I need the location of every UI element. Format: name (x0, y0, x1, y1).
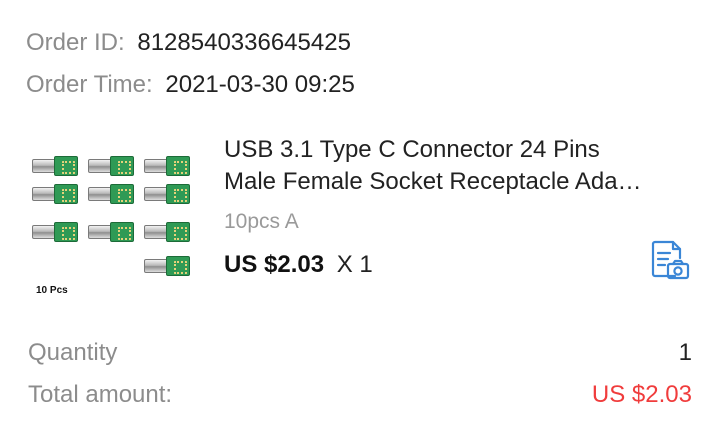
quantity-multiplier: X 1 (336, 251, 373, 278)
product-title[interactable]: USB 3.1 Type C Connector 24 Pins Male Fe… (224, 134, 690, 198)
connector-image (32, 184, 78, 204)
total-amount-label: Total amount: (28, 381, 173, 408)
document-camera-icon (651, 240, 690, 280)
total-amount-value: US $2.03 (591, 381, 692, 408)
connector-image (144, 256, 190, 276)
order-time-value: 2021-03-30 09:25 (165, 71, 355, 98)
connector-image (32, 222, 78, 242)
connector-image (88, 222, 134, 242)
product-thumbnail[interactable]: 10 Pcs (24, 140, 200, 305)
connector-image (88, 156, 134, 176)
connector-image (144, 222, 190, 242)
order-id-value: 8128540336645425 (137, 29, 351, 56)
unit-price: US $2.03 (224, 251, 325, 278)
connector-image (32, 156, 78, 176)
quantity-value: 1 (678, 339, 692, 366)
snapshot-button[interactable] (648, 240, 692, 282)
connector-image (144, 156, 190, 176)
connector-image (144, 184, 190, 204)
connector-image (88, 184, 134, 204)
order-id-row: Order ID: 8128540336645425 (26, 28, 351, 58)
price-line: US $2.03 X 1 (224, 250, 373, 280)
product-sku: 10pcs A (224, 210, 299, 233)
product-title-line2: Male Female Socket Receptacle Ada… (224, 168, 642, 195)
order-id-label: Order ID: (26, 29, 125, 56)
order-time-row: Order Time: 2021-03-30 09:25 (26, 70, 355, 100)
order-time-label: Order Time: (26, 71, 153, 98)
order-card: Order ID: 8128540336645425 Order Time: 2… (0, 0, 720, 421)
thumbnail-caption: 10 Pcs (36, 285, 68, 296)
product-title-line1: USB 3.1 Type C Connector 24 Pins (224, 136, 600, 163)
quantity-label: Quantity (28, 339, 118, 366)
